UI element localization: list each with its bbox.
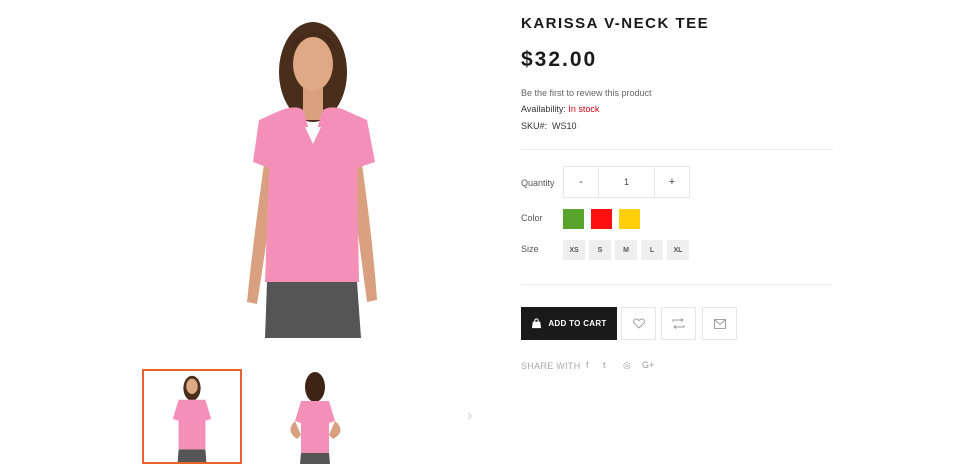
availability-value: In stock xyxy=(568,104,600,114)
review-link[interactable]: Be the first to review this product xyxy=(521,88,652,98)
sku-value: WS10 xyxy=(552,121,577,131)
divider xyxy=(521,284,833,285)
color-swatch-yellow[interactable] xyxy=(619,209,640,229)
wishlist-button[interactable] xyxy=(621,307,656,340)
instagram-icon[interactable]: ◎ xyxy=(623,360,631,371)
color-swatch-red[interactable] xyxy=(591,209,612,229)
size-option-xl[interactable]: XL xyxy=(667,240,689,260)
product-price: $32.00 xyxy=(521,48,598,71)
quantity-label: Quantity xyxy=(521,178,555,188)
shopping-bag-icon xyxy=(532,318,542,329)
product-main-image[interactable] xyxy=(225,12,405,338)
facebook-icon[interactable]: f xyxy=(586,360,589,370)
divider xyxy=(521,149,833,150)
twitter-icon[interactable]: t xyxy=(603,360,606,370)
color-label: Color xyxy=(521,213,543,223)
email-friend-button[interactable] xyxy=(702,307,737,340)
size-option-l[interactable]: L xyxy=(641,240,663,260)
gallery-next-arrow[interactable]: › xyxy=(467,408,472,424)
share-label: SHARE WITH xyxy=(521,361,581,371)
compare-button[interactable] xyxy=(661,307,696,340)
product-title: KARISSA V-NECK TEE xyxy=(521,15,710,32)
quantity-input[interactable]: 1 xyxy=(598,167,655,197)
google-plus-icon[interactable]: G+ xyxy=(642,360,654,370)
quantity-stepper: - 1 + xyxy=(563,166,690,198)
size-option-xs[interactable]: XS xyxy=(563,240,585,260)
thumbnail-back[interactable] xyxy=(267,369,367,464)
compare-arrows-icon xyxy=(672,318,685,329)
add-to-cart-button[interactable]: ADD TO CART xyxy=(521,307,617,340)
heart-icon xyxy=(632,318,645,329)
thumbnail-front-image xyxy=(172,375,212,462)
model-photo xyxy=(247,22,377,338)
color-swatch-green[interactable] xyxy=(563,209,584,229)
availability-label: Availability: xyxy=(521,104,566,114)
size-option-m[interactable]: M xyxy=(615,240,637,260)
sku: SKU#: WS10 xyxy=(521,121,577,131)
quantity-decrease-button[interactable]: - xyxy=(564,167,598,197)
envelope-icon xyxy=(713,318,726,329)
availability: Availability: In stock xyxy=(521,104,599,114)
add-to-cart-label: ADD TO CART xyxy=(548,319,607,328)
thumbnail-back-image xyxy=(290,372,341,464)
size-option-s[interactable]: S xyxy=(589,240,611,260)
thumbnail-front[interactable] xyxy=(142,369,242,464)
sku-label: SKU#: xyxy=(521,121,548,131)
quantity-increase-button[interactable]: + xyxy=(655,167,689,197)
size-label: Size xyxy=(521,244,539,254)
